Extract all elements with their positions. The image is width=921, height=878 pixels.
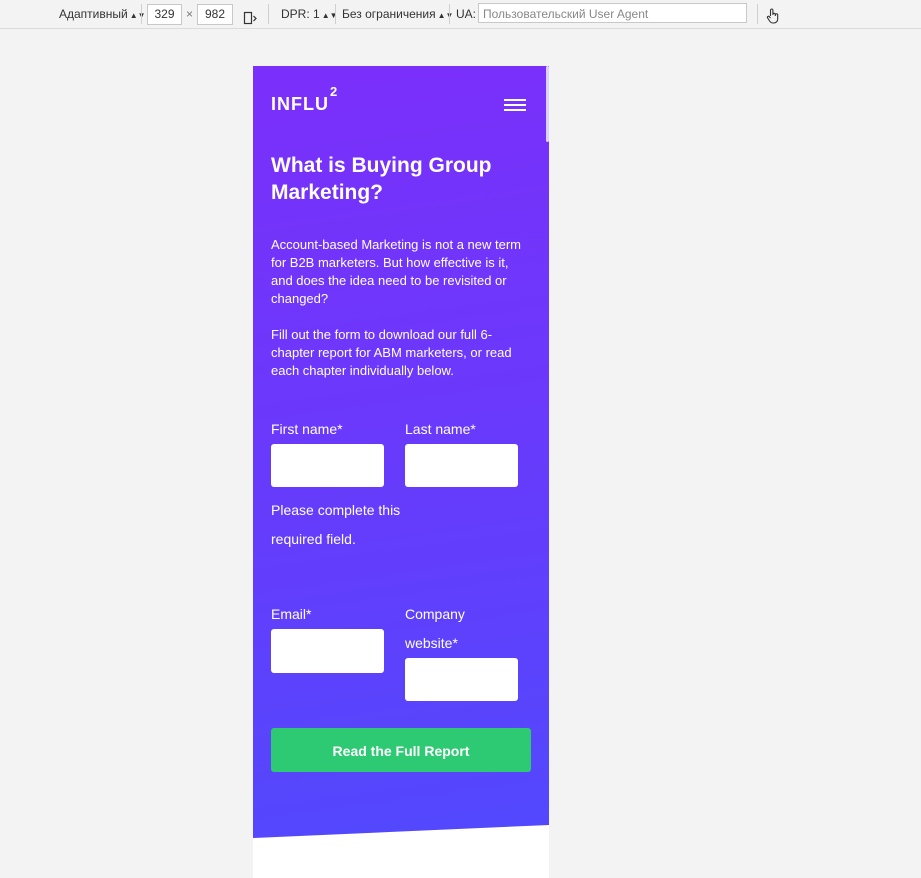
ua-label: UA: — [456, 7, 477, 21]
toolbar-divider — [335, 4, 336, 24]
company-website-field[interactable] — [405, 658, 518, 701]
viewport-height-input[interactable]: 982 — [197, 4, 233, 25]
last-name-label: Last name* — [405, 421, 476, 437]
logo-text: INFLU — [271, 94, 329, 114]
device-mode-label: Адаптивный — [59, 7, 128, 21]
email-field[interactable] — [271, 629, 384, 673]
logo-superscript: 2 — [330, 84, 339, 99]
read-full-report-button[interactable]: Read the Full Report — [271, 728, 531, 772]
dpr-select[interactable]: DPR: 1 ▲▼ — [281, 0, 338, 28]
toolbar-divider — [449, 4, 450, 24]
touch-hand-icon[interactable] — [766, 6, 780, 24]
hamburger-menu-icon[interactable] — [504, 99, 526, 112]
intro-paragraph: Account-based Marketing is not a new ter… — [271, 237, 522, 306]
throttling-select[interactable]: Без ограничения ▲▼ — [342, 0, 453, 28]
first-name-label: First name* — [271, 421, 343, 437]
site-logo[interactable]: INFLU2 — [271, 84, 338, 115]
toolbar-divider — [757, 4, 758, 24]
first-name-field[interactable] — [271, 444, 384, 487]
viewport-width-input[interactable]: 329 — [147, 4, 182, 25]
company-website-label: Company website* — [405, 606, 465, 651]
required-field-error: Please complete this required field. — [271, 502, 401, 547]
form-instructions: Fill out the form to download our full 6… — [271, 327, 512, 378]
last-name-field[interactable] — [405, 444, 518, 487]
device-viewport: INFLU2 What is Buying Group Marketing? A… — [253, 66, 549, 878]
rotate-icon[interactable] — [243, 7, 257, 25]
devtools-device-toolbar: Адаптивный ▲▼ 329 × 982 DPR: 1 ▲▼ Без огра… — [0, 0, 921, 29]
toolbar-divider — [141, 4, 142, 24]
updown-icon: ▲▼ — [437, 11, 454, 20]
scrollbar-thumb[interactable] — [546, 66, 549, 142]
device-mode-select[interactable]: Адаптивный ▲▼ — [59, 0, 146, 28]
email-label: Email* — [271, 606, 312, 622]
page-title: What is Buying Group Marketing? — [271, 154, 492, 204]
dpr-label: DPR: 1 — [281, 7, 320, 21]
dimension-times: × — [186, 7, 194, 21]
throttling-label: Без ограничения — [342, 7, 436, 21]
user-agent-input[interactable]: Пользовательский User Agent — [478, 3, 747, 23]
toolbar-divider — [268, 4, 269, 24]
updown-icon: ▲▼ — [129, 11, 146, 20]
